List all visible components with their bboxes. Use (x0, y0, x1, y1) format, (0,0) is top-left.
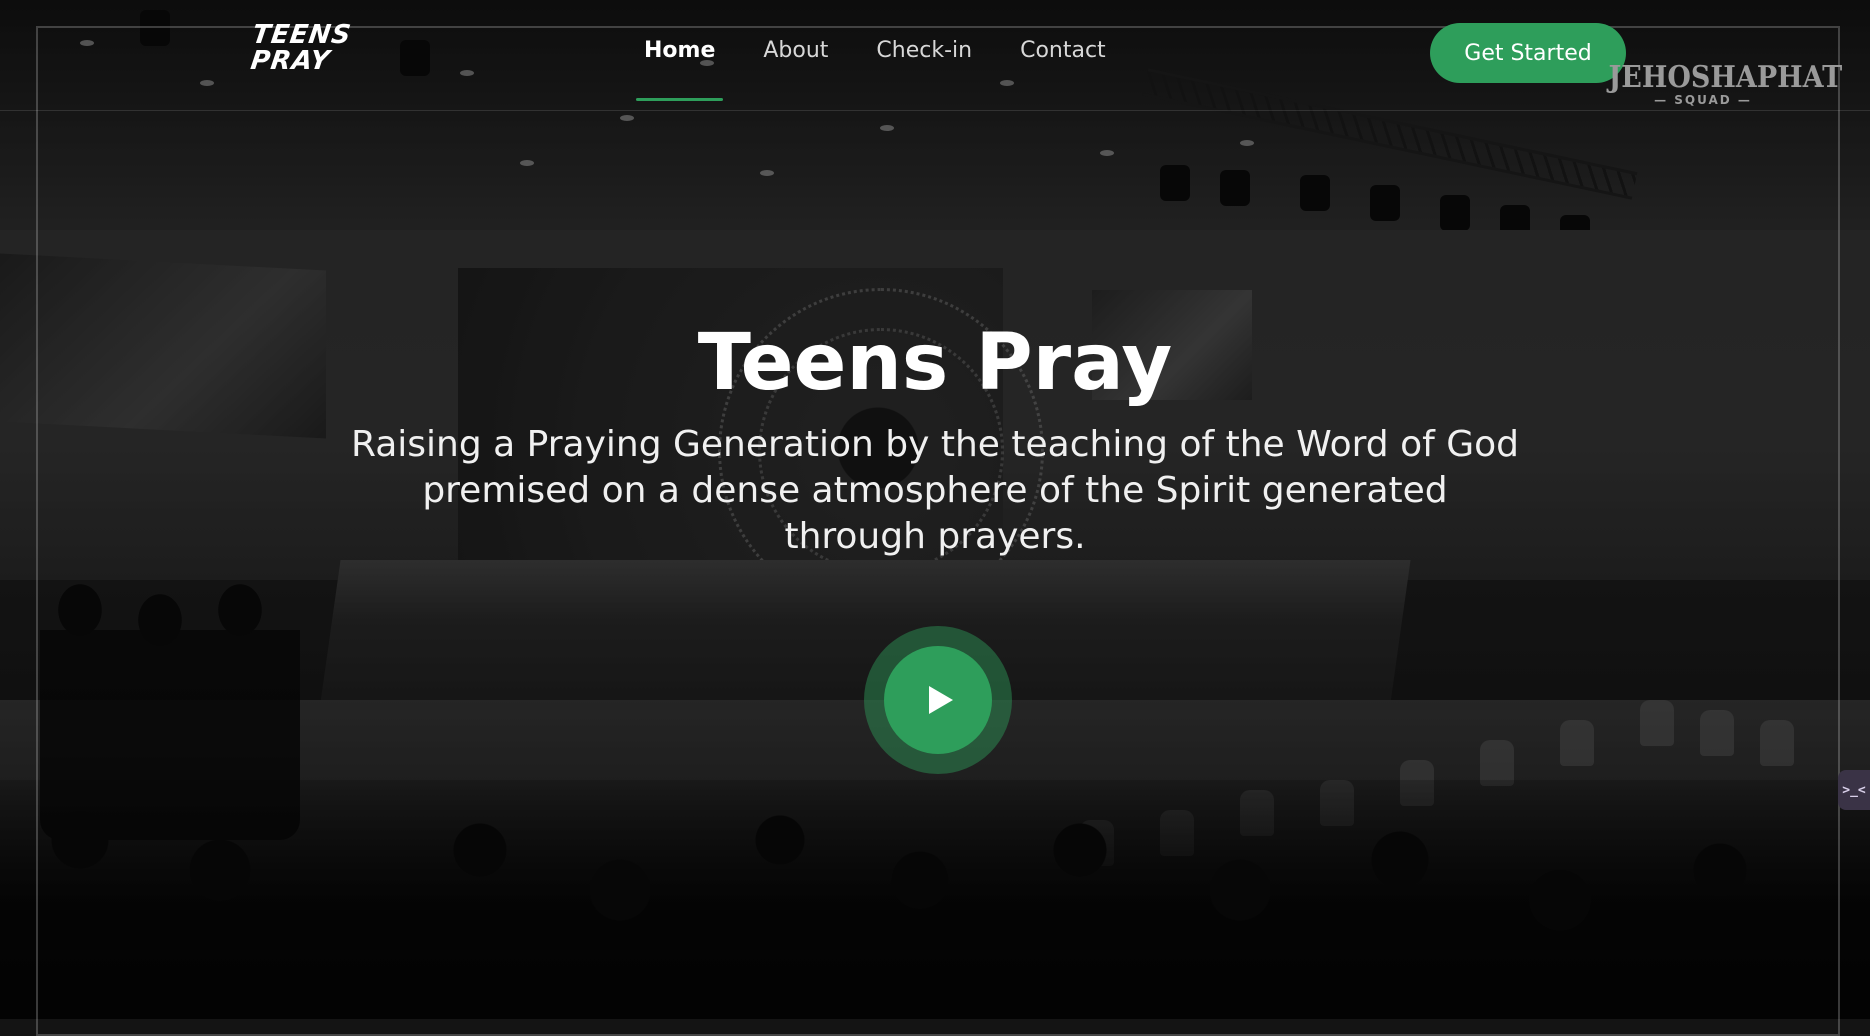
hero-subtitle: Raising a Praying Generation by the teac… (350, 424, 1519, 557)
side-widget-tab[interactable]: >_< (1838, 770, 1870, 810)
nav-item-home[interactable]: Home (620, 28, 739, 101)
hero-title: Teens Pray (697, 318, 1173, 408)
partner-sub: — SQUAD — (1654, 93, 1752, 107)
play-icon (929, 686, 953, 714)
site-header: TEENS PRAY Home About Check-in Contact G… (0, 0, 1870, 111)
nav-item-check-in[interactable]: Check-in (852, 28, 996, 100)
play-button-inner[interactable] (884, 646, 992, 754)
nav-item-contact[interactable]: Contact (996, 28, 1130, 100)
jehoshaphat-squad-logo: JEHOSHAPHAT — SQUAD — (1598, 60, 1843, 107)
get-started-button[interactable]: Get Started (1430, 23, 1626, 83)
logo-line-2: PRAY (248, 46, 333, 76)
teens-pray-logo[interactable]: TEENS PRAY (246, 20, 354, 84)
nav-item-about[interactable]: About (739, 28, 852, 100)
play-video-button[interactable] (864, 626, 1012, 774)
partner-name: JEHOSHAPHAT (1608, 60, 1843, 95)
main-nav: Home About Check-in Contact (620, 28, 1130, 110)
logo-line-1: TEENS (250, 20, 354, 50)
